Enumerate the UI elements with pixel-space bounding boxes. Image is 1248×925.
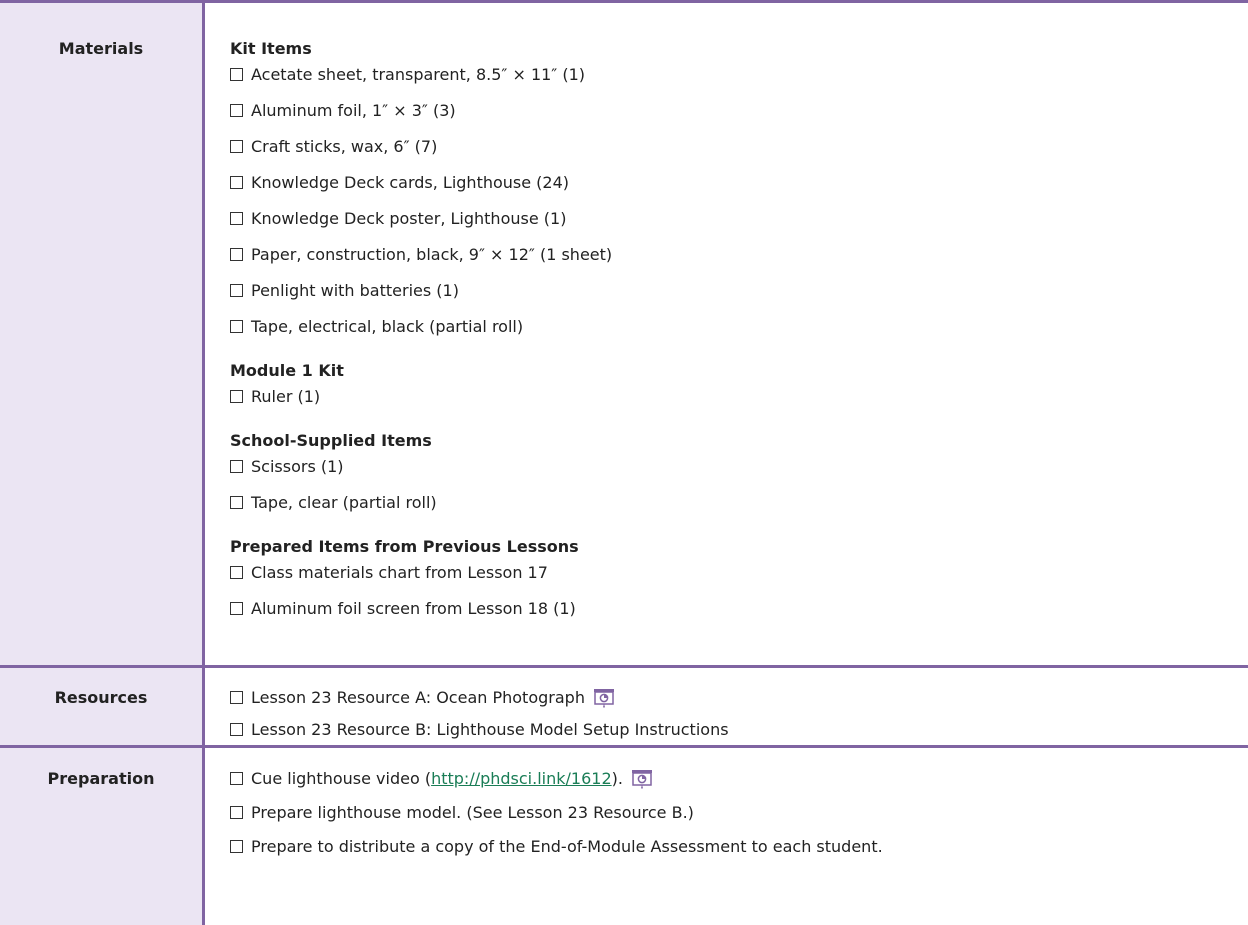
checkbox-icon[interactable] xyxy=(230,460,243,473)
checklist-item: Aluminum foil screen from Lesson 18 (1) xyxy=(230,599,576,619)
checklist-item: Ruler (1) xyxy=(230,387,320,407)
preparation-label: Preparation xyxy=(47,769,155,788)
checklist-item: Tape, electrical, black (partial roll) xyxy=(230,317,523,337)
checklist-item: Knowledge Deck poster, Lighthouse (1) xyxy=(230,209,566,229)
checklist-item: Knowledge Deck cards, Lighthouse (24) xyxy=(230,173,569,193)
preparation-row: Preparation Cue lighthouse video (http:/… xyxy=(0,748,1248,925)
checklist-item: Prepare to distribute a copy of the End-… xyxy=(230,837,883,857)
checklist-item: Prepare lighthouse model. (See Lesson 23… xyxy=(230,803,694,823)
checkbox-icon[interactable] xyxy=(230,68,243,81)
checklist-item: Scissors (1) xyxy=(230,457,344,477)
preparation-label-cell: Preparation xyxy=(0,748,205,925)
checkbox-icon[interactable] xyxy=(230,602,243,615)
checklist-item: Cue lighthouse video (http://phdsci.link… xyxy=(230,769,653,794)
group-heading-kit-items: Kit Items xyxy=(230,39,312,58)
projector-icon[interactable] xyxy=(631,769,653,794)
checklist-item: Aluminum foil, 1″ × 3″ (3) xyxy=(230,101,456,121)
resources-row: Resources Lesson 23 Resource A: Ocean Ph… xyxy=(0,668,1248,748)
group-heading-module-kit: Module 1 Kit xyxy=(230,361,344,380)
checkbox-icon[interactable] xyxy=(230,723,243,736)
checklist-item: Class materials chart from Lesson 17 xyxy=(230,563,548,583)
checkbox-icon[interactable] xyxy=(230,320,243,333)
lesson-materials-table: Materials Kit Items Acetate sheet, trans… xyxy=(0,0,1248,925)
checkbox-icon[interactable] xyxy=(230,496,243,509)
group-heading-prepared-items: Prepared Items from Previous Lessons xyxy=(230,537,579,556)
checklist-item: Penlight with batteries (1) xyxy=(230,281,459,301)
checklist-item: Acetate sheet, transparent, 8.5″ × 11″ (… xyxy=(230,65,585,85)
projector-icon[interactable] xyxy=(593,688,615,713)
resources-label-cell: Resources xyxy=(0,668,205,745)
video-link[interactable]: http://phdsci.link/1612 xyxy=(431,769,612,788)
materials-label-cell: Materials xyxy=(0,3,205,665)
checkbox-icon[interactable] xyxy=(230,390,243,403)
checkbox-icon[interactable] xyxy=(230,212,243,225)
checkbox-icon[interactable] xyxy=(230,566,243,579)
checkbox-icon[interactable] xyxy=(230,772,243,785)
checklist-item: Lesson 23 Resource A: Ocean Photograph xyxy=(230,688,615,713)
checkbox-icon[interactable] xyxy=(230,691,243,704)
checkbox-icon[interactable] xyxy=(230,248,243,261)
resources-label: Resources xyxy=(54,688,148,707)
materials-label: Materials xyxy=(58,39,144,58)
materials-row: Materials Kit Items Acetate sheet, trans… xyxy=(0,3,1248,668)
checkbox-icon[interactable] xyxy=(230,840,243,853)
checklist-item: Tape, clear (partial roll) xyxy=(230,493,437,513)
checklist-item: Lesson 23 Resource B: Lighthouse Model S… xyxy=(230,720,729,740)
checkbox-icon[interactable] xyxy=(230,104,243,117)
checkbox-icon[interactable] xyxy=(230,284,243,297)
checkbox-icon[interactable] xyxy=(230,140,243,153)
checkbox-icon[interactable] xyxy=(230,806,243,819)
group-heading-school-supplied: School-Supplied Items xyxy=(230,431,432,450)
checkbox-icon[interactable] xyxy=(230,176,243,189)
checklist-item: Paper, construction, black, 9″ × 12″ (1 … xyxy=(230,245,612,265)
checklist-item: Craft sticks, wax, 6″ (7) xyxy=(230,137,437,157)
